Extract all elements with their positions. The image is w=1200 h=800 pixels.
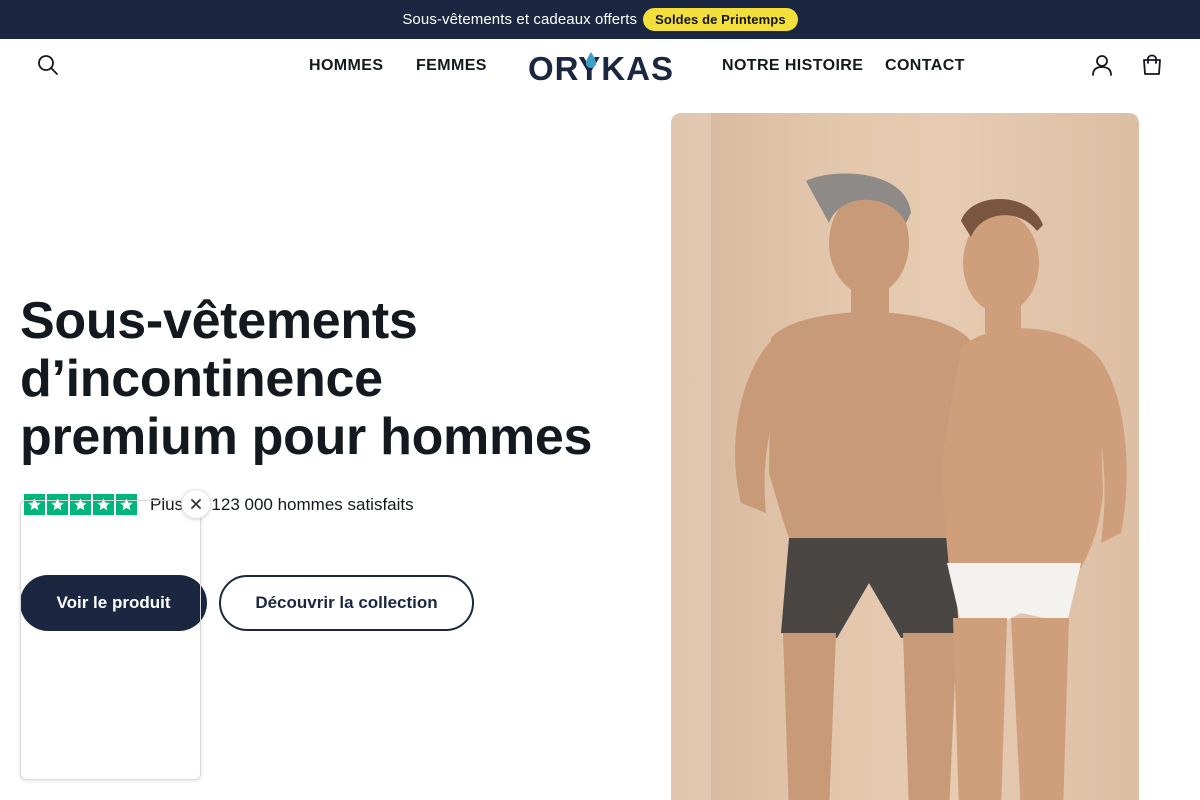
cart-icon[interactable] [1138,51,1166,79]
models-photo [671,113,1127,800]
logo-text: ORYKAS [528,50,673,85]
sale-badge[interactable]: Soldes de Printemps [643,8,798,31]
site-header: HOMMES FEMMES ORYKAS NOTRE HISTOIRE CONT… [0,39,1200,93]
star-icon [47,494,68,515]
announcement-text: Sous-vêtements et cadeaux offerts [402,11,638,28]
nav-femmes[interactable]: FEMMES [416,57,487,75]
hero-image [671,113,1139,800]
hero-title-line: premium pour hommes [20,408,593,466]
view-product-button[interactable]: Voir le produit [20,575,207,631]
trustpilot-rating: Plus de 123 000 hommes satisfaits [24,494,414,515]
nav-hommes[interactable]: HOMMES [309,57,383,75]
star-icon [70,494,91,515]
account-icon[interactable] [1088,51,1116,79]
star-icon [24,494,45,515]
nav-contact[interactable]: CONTACT [885,57,965,75]
right-model [942,198,1127,800]
announcement-bar: Sous-vêtements et cadeaux offerts Soldes… [0,0,1200,39]
star-icon [116,494,137,515]
logo[interactable]: ORYKAS [528,49,673,87]
hero-title: Sous-vêtements d’incontinence premium po… [20,292,620,466]
nav-notre-histoire[interactable]: NOTRE HISTOIRE [722,57,863,75]
search-icon[interactable] [34,51,62,79]
rating-stars [24,494,137,515]
hero-title-line: Sous-vêtements [20,292,418,350]
discover-collection-button[interactable]: Découvrir la collection [219,575,474,631]
close-icon[interactable] [181,489,211,519]
hero-title-line: d’incontinence [20,350,383,408]
play-icon [100,628,112,646]
star-icon [93,494,114,515]
